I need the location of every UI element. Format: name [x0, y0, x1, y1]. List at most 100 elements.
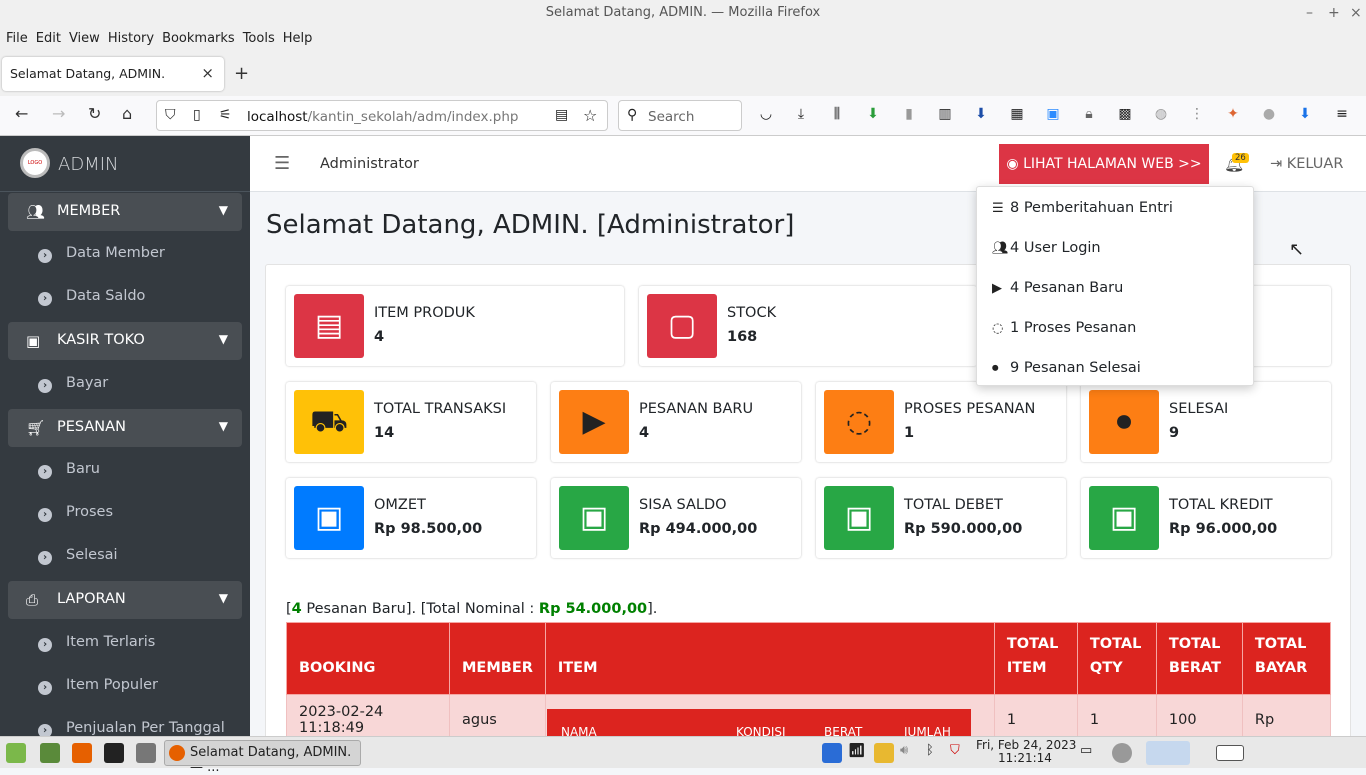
- qr-code-icon[interactable]: ▩: [1116, 105, 1134, 123]
- info-box-pesanan-baru[interactable]: ▶ PESANAN BARU 4: [551, 382, 801, 462]
- sidebar-item-data-member[interactable]: › Data Member: [38, 245, 165, 263]
- dropdown-item-pemberitahuan[interactable]: ☰ 8 Pemberitahuan Entri: [992, 200, 1173, 216]
- menu-help[interactable]: Help: [283, 31, 313, 46]
- sidebar-group-laporan[interactable]: ⎙ LAPORAN ▼: [8, 581, 242, 619]
- dropdown-item-proses-pesanan[interactable]: ◌ 1 Proses Pesanan: [992, 320, 1136, 336]
- close-window-icon[interactable]: ×: [1350, 0, 1362, 26]
- taskbar-firefox-window[interactable]: Selamat Datang, ADMIN. — ...: [164, 740, 361, 775]
- grid-extension-icon[interactable]: ▦: [1008, 105, 1026, 123]
- bluetooth-icon[interactable]: [822, 743, 842, 763]
- info-box-value: Rp 494.000,00: [639, 521, 758, 537]
- sidebar-item-item-terlaris[interactable]: › Item Terlaris: [38, 634, 155, 652]
- sidebar-item-data-saldo[interactable]: › Data Saldo: [38, 288, 145, 306]
- menu-history[interactable]: History: [108, 31, 154, 46]
- info-box-total-kredit[interactable]: ▣ TOTAL KREDIT Rp 96.000,00: [1081, 478, 1331, 558]
- info-box-item-produk[interactable]: ▤ ITEM PRODUK 4: [286, 286, 624, 366]
- sidebar-item-selesai[interactable]: › Selesai: [38, 547, 118, 565]
- sidebar-item-penjualan-per-tanggal[interactable]: › Penjualan Per Tanggal: [38, 720, 225, 736]
- info-box-sisa-saldo[interactable]: ▣ SISA SALDO Rp 494.000,00: [551, 478, 801, 558]
- url-bar[interactable]: ⛉ ▯ ⚟ localhost/kantin_sekolah/adm/index…: [156, 100, 608, 131]
- info-box-value: 168: [727, 329, 758, 345]
- archive-icon: ▤: [294, 294, 364, 358]
- extension-icon[interactable]: ▮: [900, 105, 918, 123]
- notifications-dropdown: ☰ 8 Pemberitahuan Entri 👥︎4 User Login ▶ 4…: [976, 186, 1254, 386]
- sidebar-item-proses[interactable]: › Proses: [38, 504, 113, 522]
- sidebar-group-kasir-toko[interactable]: ▣ KASIR TOKO ▼: [8, 322, 242, 360]
- globe-icon[interactable]: ◍: [1152, 105, 1170, 123]
- bookmark-star-icon[interactable]: ☆: [583, 106, 597, 125]
- menu-view[interactable]: View: [69, 31, 100, 46]
- sidebar-group-member[interactable]: 👥︎ MEMBER ▼: [8, 193, 242, 231]
- view-website-button[interactable]: ◉ LIHAT HALAMAN WEB >>: [999, 144, 1209, 184]
- reader-view-icon[interactable]: ▤: [555, 107, 568, 123]
- app-menu-icon[interactable]: ≡: [1333, 105, 1351, 123]
- forward-icon[interactable]: →: [52, 104, 65, 123]
- shield-icon[interactable]: ⛉: [165, 107, 176, 123]
- workspace-2-icon[interactable]: [1216, 745, 1244, 761]
- minimize-icon[interactable]: –: [1306, 0, 1313, 26]
- brand[interactable]: LOGO ADMIN: [0, 136, 250, 192]
- more-extension-icon[interactable]: ⋮: [1188, 105, 1206, 123]
- terminal-icon[interactable]: [104, 743, 124, 763]
- library-icon[interactable]: ⫼: [828, 105, 846, 123]
- maximize-icon[interactable]: +: [1328, 0, 1340, 26]
- network-icon[interactable]: 📶︎: [848, 743, 868, 763]
- show-desktop-icon[interactable]: [40, 743, 60, 763]
- new-tab-icon[interactable]: +: [234, 63, 249, 84]
- browser-tab[interactable]: Selamat Datang, ADMIN. ×: [2, 57, 224, 91]
- dropdown-item-pesanan-baru[interactable]: ▶ 4 Pesanan Baru: [992, 280, 1123, 296]
- sidebar-group-label: PESANAN: [57, 419, 126, 435]
- info-box-omzet[interactable]: ▣ OMZET Rp 98.500,00: [286, 478, 536, 558]
- sidebar-group-pesanan[interactable]: 🛒︎ PESANAN ▼: [8, 409, 242, 447]
- info-box-stock[interactable]: ▢ STOCK 168: [639, 286, 977, 366]
- sidebar-item-baru[interactable]: › Baru: [38, 461, 100, 479]
- sidebar-toggle-icon[interactable]: ▥: [936, 105, 954, 123]
- menu-file[interactable]: File: [6, 31, 28, 46]
- dropdown-item-user-login[interactable]: 👥︎4 User Login: [992, 240, 1101, 256]
- info-box-label: STOCK: [727, 305, 777, 321]
- pocket-icon[interactable]: ◡: [757, 105, 775, 123]
- grey-extension-icon[interactable]: ●: [1260, 105, 1278, 123]
- menu-bookmarks[interactable]: Bookmarks: [162, 31, 235, 46]
- info-box-selesai[interactable]: ⏺ SELESAI 9: [1081, 382, 1331, 462]
- blue-download-icon[interactable]: ⬇: [1296, 105, 1314, 123]
- permissions-icon[interactable]: ⚟: [219, 107, 232, 123]
- workspace-1-icon[interactable]: [1146, 741, 1190, 765]
- hamburger-menu-icon[interactable]: ☰: [274, 153, 290, 174]
- colorful-extension-icon[interactable]: ✦: [1224, 105, 1242, 123]
- firefox-launcher-icon[interactable]: [72, 743, 92, 763]
- mint-menu-icon[interactable]: [6, 743, 26, 763]
- close-tab-icon[interactable]: ×: [201, 64, 214, 82]
- info-box-total-debet[interactable]: ▣ TOTAL DEBET Rp 590.000,00: [816, 478, 1066, 558]
- battery-icon[interactable]: ▭: [1080, 743, 1100, 763]
- cart-icon: 🛒︎: [26, 419, 46, 437]
- security-shield-icon[interactable]: ⛉: [950, 743, 970, 763]
- keyboard-icon[interactable]: [874, 743, 894, 763]
- dropdown-item-pesanan-selesai[interactable]: ⏺ 9 Pesanan Selesai: [992, 360, 1141, 376]
- home-icon[interactable]: ⌂: [122, 104, 132, 123]
- arrow-circle-icon: ›: [38, 379, 52, 393]
- zoom-extension-icon[interactable]: ▣: [1044, 105, 1062, 123]
- info-box-proses-pesanan[interactable]: ◌ PROSES PESANAN 1: [816, 382, 1066, 462]
- sidebar-item-bayar[interactable]: › Bayar: [38, 375, 108, 393]
- back-icon[interactable]: ←: [15, 104, 28, 123]
- downloads-icon[interactable]: ⤓: [792, 105, 810, 123]
- clock[interactable]: Fri, Feb 24, 2023 11:21:14: [976, 739, 1076, 765]
- files-icon[interactable]: [136, 743, 156, 763]
- search-bar[interactable]: ⚲ Search: [618, 100, 742, 131]
- menu-tools[interactable]: Tools: [243, 31, 275, 46]
- menu-edit[interactable]: Edit: [36, 31, 61, 46]
- sidebar-item-item-populer[interactable]: › Item Populer: [38, 677, 158, 695]
- info-box-total-transaksi[interactable]: ⛟ TOTAL TRANSAKSI 14: [286, 382, 536, 462]
- bluetooth-status-icon[interactable]: ᛒ: [926, 743, 946, 763]
- reload-icon[interactable]: ↻: [88, 104, 101, 123]
- mouse-cursor-icon: ↖: [1289, 239, 1305, 260]
- arrow-circle-icon: ›: [38, 681, 52, 695]
- volume-icon[interactable]: 🔊︎: [900, 743, 920, 763]
- update-icon[interactable]: [1112, 743, 1132, 763]
- save-extension-icon[interactable]: ⬇: [972, 105, 990, 123]
- info-box-label: SELESAI: [1169, 401, 1229, 417]
- lock-extension-icon[interactable]: 🔒︎: [1080, 105, 1098, 123]
- green-download-icon[interactable]: ⬇: [864, 105, 882, 123]
- logout-link[interactable]: ⇥ KELUAR: [1270, 156, 1343, 172]
